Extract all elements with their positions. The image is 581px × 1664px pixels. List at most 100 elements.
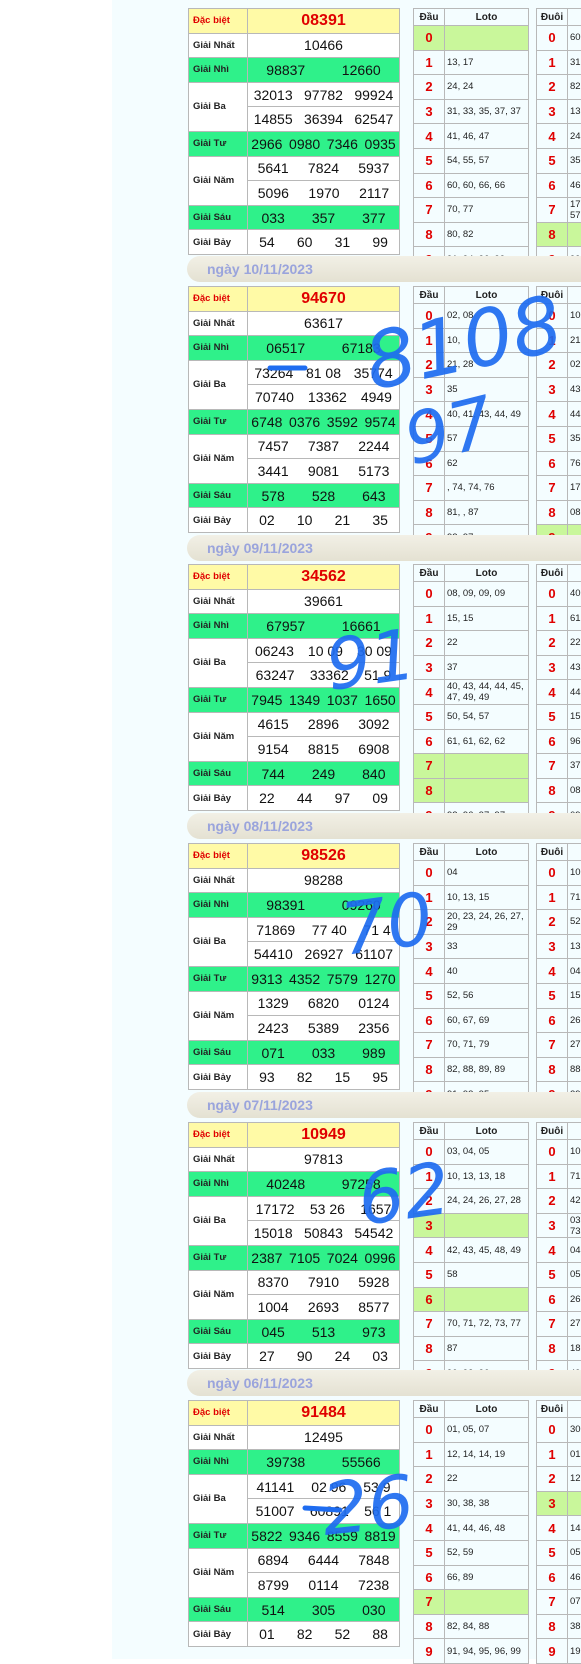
prize-number: 53 9 [363,1479,390,1495]
dau-digit: 4 [414,1238,445,1263]
prize-number: 8559 [327,1528,358,1544]
prize-label-db: Đặc biệt [189,287,248,312]
prize-number: 7105 [289,1250,320,1266]
dau-loto-values: 70, 77 [445,198,529,223]
duoi-digit: 4 [537,124,568,149]
prize-label-g1: Giải Nhất [189,33,248,58]
dau-digit: 9 [414,1639,445,1664]
duoi-digit: 5 [537,426,568,451]
duoi-digit: 2 [537,1467,568,1492]
dau-loto-values [445,1590,529,1615]
dau-row: 770, 71, 79 [414,1033,529,1058]
dau-loto-values: 03, 04, 05 [445,1140,529,1165]
prize-number: 26927 [305,946,344,962]
dau-row: 882, 84, 88 [414,1614,529,1639]
duoi-digit: 5 [537,704,568,729]
duoi-digit: 7 [537,754,568,779]
prize-label-g1: Giải Nhất [189,589,248,614]
duoi-row: 515, [537,983,581,1008]
dau-digit: 6 [414,1565,445,1590]
prize-label-g3: Giải Ba [189,1474,248,1523]
duoi-loto-values: 38, [568,1614,581,1639]
dau-digit: 8 [414,1336,445,1361]
prize-label-g7: Giải Bảy [189,786,248,811]
dau-loto-values: 37 [445,655,529,680]
duoi-digit: 0 [537,304,568,329]
prize-number: 12660 [342,62,381,78]
dau-row: 991, 94, 95, 96, 99 [414,1639,529,1664]
prize-values-g5: 879901147238 [248,1573,400,1598]
prize-number: 7579 [327,971,358,987]
duoi-loto-values: 60, [568,26,581,51]
prize-values-g7: 02102135 [248,508,400,533]
prize-row-g4: Giải Tư2387710570240996 [189,1245,400,1270]
prize-label-g3: Giải Ba [189,1196,248,1245]
duoi-digit: 0 [537,1140,568,1165]
prize-values-db: 98526 [248,844,400,869]
duoi-loto-values [568,1491,581,1516]
column-header: Đầu [414,1123,445,1140]
prize-number: 0124 [358,995,389,1011]
duoi-digit: 2 [537,353,568,378]
dau-digit: 4 [414,680,445,705]
prize-number: 2966 [251,136,282,152]
prize-number: 2356 [358,1020,389,1036]
prize-row-g3: Giải Ba7326481 0835774 [189,360,400,385]
duoi-row: 282 [537,75,581,100]
dau-row: 440, 43, 44, 44, 45, 47, 49, 49 [414,680,529,705]
duoi-loto-values: 05, [568,1540,581,1565]
duoi-digit: 6 [537,451,568,476]
duoi-loto-values: 05, [568,1262,581,1287]
prize-number: 70740 [255,389,294,405]
prize-row-g7: Giải Bảy02102135 [189,508,400,533]
dau-table: ĐầuLoto0113, 17224, 24331, 33, 35, 37, 3… [413,8,529,272]
prize-values-g2: 0651767183 [248,336,400,361]
duoi-loto-values: 46, [568,173,581,198]
prize-row-g5: Giải Năm837079105928 [189,1270,400,1295]
prize-label-db: Đặc biệt [189,1123,248,1148]
prize-number: 99924 [354,87,393,103]
prize-number: 73264 [254,365,293,381]
prize-number: 98391 [266,897,305,913]
prize-row-g5: Giải Năm745773872244 [189,434,400,459]
duoi-digit: 2 [537,1189,568,1214]
prize-number: 033 [312,1045,335,1061]
prize-values-g4: 9313435275791270 [248,966,400,991]
duoi-digit: 8 [537,222,568,247]
dau-loto-values: 24, 24, 26, 27, 28 [445,1189,529,1214]
dau-digit: 1 [414,885,445,910]
prize-number: 82 [297,1069,313,1085]
duoi-loto-values: 08 [568,778,581,803]
dau-row: 661, 61, 62, 62 [414,729,529,754]
prize-number: 94670 [301,290,346,308]
dau-digit: 4 [414,1516,445,1541]
dau-digit: 1 [414,1164,445,1189]
column-header: Đuôi [537,844,568,861]
prize-number: 1970 [308,185,339,201]
dau-table: ĐầuLoto002, 08110, 221, 28335440, 41, 43… [413,286,529,550]
prize-number: 8577 [358,1299,389,1315]
prize-number: 90 [297,1348,313,1364]
duoi-row: 161, [537,606,581,631]
dau-loto-values: 61, 61, 62, 62 [445,729,529,754]
prize-number: 54542 [354,1225,393,1241]
duoi-digit: 3 [537,1491,568,1516]
prize-number: 27 [259,1348,275,1364]
duoi-row: 222, [537,631,581,656]
prize-number: 0996 [365,1250,396,1266]
dau-loto-values: 33 [445,934,529,959]
prize-values-g2: 3973855566 [248,1450,400,1475]
prize-number: 08391 [301,12,346,30]
prize-values-g4: 2387710570240996 [248,1245,400,1270]
prize-row-g2: Giải Nhì9839109260 [189,893,400,918]
duoi-row: 696 [537,729,581,754]
prize-row-g5: Giải Năm132968200124 [189,991,400,1016]
duoi-loto-values: 13, [568,99,581,124]
duoi-digit: 8 [537,778,568,803]
prize-number: 10466 [304,37,343,53]
dau-loto-values: 40, 43, 44, 44, 45, 47, 49, 49 [445,680,529,705]
duoi-row: 343, [537,377,581,402]
prize-values-g1: 12495 [248,1425,400,1450]
duoi-digit: 7 [537,1033,568,1058]
prize-number: 60891 [310,1503,349,1519]
